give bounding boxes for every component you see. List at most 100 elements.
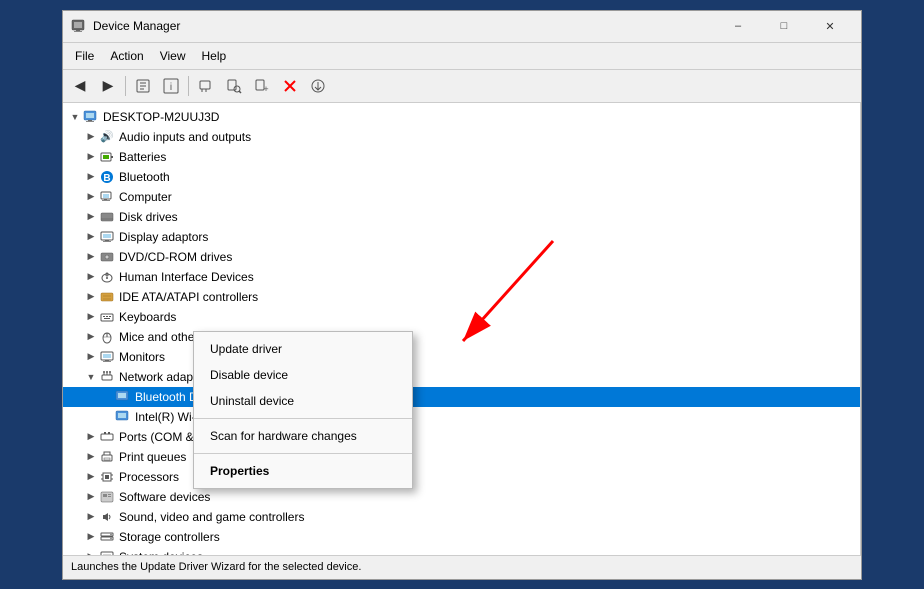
properties-button[interactable]	[130, 74, 156, 98]
expand-audio[interactable]: ▶	[83, 129, 99, 145]
expand-bluetooth[interactable]: ▶	[83, 169, 99, 185]
disk-icon	[99, 209, 115, 225]
svg-text:i: i	[170, 82, 172, 93]
menu-file[interactable]: File	[67, 45, 102, 67]
ide-label: IDE ATA/ATAPI controllers	[119, 290, 258, 304]
update-driver-button[interactable]: i	[158, 74, 184, 98]
remove-device-button[interactable]	[277, 74, 303, 98]
expand-root[interactable]: ▼	[67, 109, 83, 125]
expand-ports[interactable]: ▶	[83, 429, 99, 445]
processor-icon	[99, 469, 115, 485]
expand-batteries[interactable]: ▶	[83, 149, 99, 165]
tree-bluetooth[interactable]: ▶ B Bluetooth	[63, 167, 860, 187]
maximize-button[interactable]: □	[761, 10, 807, 42]
tree-bluetooth-adapter[interactable]: Bluetooth Device (Personal Area Ne...	[63, 387, 860, 407]
keyboard-icon	[99, 309, 115, 325]
expand-disk[interactable]: ▶	[83, 209, 99, 225]
expand-hid[interactable]: ▶	[83, 269, 99, 285]
menu-help[interactable]: Help	[194, 45, 235, 67]
network-icon	[99, 369, 115, 385]
scan-changes-button[interactable]	[221, 74, 247, 98]
title-bar: Device Manager – □ ✕	[63, 11, 861, 43]
batteries-label: Batteries	[119, 150, 166, 164]
audio-icon	[99, 129, 115, 145]
software-icon	[99, 489, 115, 505]
expand-keyboard[interactable]: ▶	[83, 309, 99, 325]
expand-dvd[interactable]: ▶	[83, 249, 99, 265]
wifi-icon	[115, 409, 131, 425]
expand-sound[interactable]: ▶	[83, 509, 99, 525]
tree-batteries[interactable]: ▶ Batteries	[63, 147, 860, 167]
tree-system[interactable]: ▶ System devices	[63, 547, 860, 555]
expand-print[interactable]: ▶	[83, 449, 99, 465]
tree-dvd[interactable]: ▶ DVD/CD-ROM drives	[63, 247, 860, 267]
svg-text:+: +	[263, 84, 268, 94]
software-label: Software devices	[119, 490, 210, 504]
menu-bar: File Action View Help	[63, 43, 861, 70]
tree-hid[interactable]: ▶ Human Interface Devices	[63, 267, 860, 287]
print-label: Print queues	[119, 450, 186, 464]
app-icon	[71, 18, 87, 34]
forward-button[interactable]: ▶	[95, 74, 121, 98]
keyboard-label: Keyboards	[119, 310, 176, 324]
device-tree[interactable]: ▼ DESKTOP-M2UUJ3D ▶ Audio inputs and out…	[63, 103, 861, 555]
sound-label: Sound, video and game controllers	[119, 510, 304, 524]
tree-sound[interactable]: ▶ Sound, video and game controllers	[63, 507, 860, 527]
tree-disk[interactable]: ▶ Disk drives	[63, 207, 860, 227]
monitors-label: Monitors	[119, 350, 165, 364]
close-button[interactable]: ✕	[807, 10, 853, 42]
expand-ide[interactable]: ▶	[83, 289, 99, 305]
expand-display[interactable]: ▶	[83, 229, 99, 245]
toolbar: ◀ ▶ i +	[63, 70, 861, 103]
ctx-disable-device[interactable]: Disable device	[194, 362, 412, 388]
display-icon	[99, 229, 115, 245]
tree-processors[interactable]: ▶ Processors	[63, 467, 860, 487]
expand-computer[interactable]: ▶	[83, 189, 99, 205]
tree-root[interactable]: ▼ DESKTOP-M2UUJ3D	[63, 107, 860, 127]
ctx-update-driver[interactable]: Update driver	[194, 336, 412, 362]
add-device-button[interactable]: +	[249, 74, 275, 98]
tree-ports[interactable]: ▶ Ports (COM & LPT)	[63, 427, 860, 447]
ports-icon	[99, 429, 115, 445]
tree-computer[interactable]: ▶ Computer	[63, 187, 860, 207]
mouse-icon	[99, 329, 115, 345]
tree-network[interactable]: ▼ Network adapters	[63, 367, 860, 387]
battery-icon	[99, 149, 115, 165]
hid-label: Human Interface Devices	[119, 270, 254, 284]
tree-storage[interactable]: ▶ Storage controllers	[63, 527, 860, 547]
tree-software[interactable]: ▶ Software devices	[63, 487, 860, 507]
expand-processors[interactable]: ▶	[83, 469, 99, 485]
ctx-properties[interactable]: Properties	[194, 458, 412, 484]
ctx-uninstall-device[interactable]: Uninstall device	[194, 388, 412, 414]
dvd-icon	[99, 249, 115, 265]
expand-mouse[interactable]: ▶	[83, 329, 99, 345]
show-hidden-button[interactable]	[193, 74, 219, 98]
driver-update-button[interactable]	[305, 74, 331, 98]
ctx-scan-changes[interactable]: Scan for hardware changes	[194, 423, 412, 449]
tree-ide[interactable]: ▶ IDE ATA/ATAPI controllers	[63, 287, 860, 307]
tree-intel-wifi[interactable]: Intel(R) Wi-Fi 6...	[63, 407, 860, 427]
back-button[interactable]: ◀	[67, 74, 93, 98]
device-manager-window: Device Manager – □ ✕ File Action View He…	[62, 10, 862, 580]
storage-label: Storage controllers	[119, 530, 220, 544]
processors-label: Processors	[119, 470, 179, 484]
content-area: ▼ DESKTOP-M2UUJ3D ▶ Audio inputs and out…	[63, 103, 861, 555]
computer-node-icon	[99, 189, 115, 205]
context-menu: Update driver Disable device Uninstall d…	[193, 331, 413, 489]
minimize-button[interactable]: –	[715, 10, 761, 42]
tree-keyboard[interactable]: ▶ Keyboards	[63, 307, 860, 327]
expand-monitors[interactable]: ▶	[83, 349, 99, 365]
expand-software[interactable]: ▶	[83, 489, 99, 505]
tree-mouse[interactable]: ▶ Mice and other pointing devices	[63, 327, 860, 347]
expand-network[interactable]: ▼	[83, 369, 99, 385]
expand-storage[interactable]: ▶	[83, 529, 99, 545]
window-title: Device Manager	[93, 19, 715, 33]
menu-action[interactable]: Action	[102, 45, 151, 67]
ctx-separator-1	[194, 418, 412, 419]
tree-display[interactable]: ▶ Display adaptors	[63, 227, 860, 247]
tree-audio[interactable]: ▶ Audio inputs and outputs	[63, 127, 860, 147]
menu-view[interactable]: View	[152, 45, 194, 67]
bluetooth-icon: B	[99, 169, 115, 185]
tree-print[interactable]: ▶ Print queues	[63, 447, 860, 467]
tree-monitors[interactable]: ▶ Monitors	[63, 347, 860, 367]
